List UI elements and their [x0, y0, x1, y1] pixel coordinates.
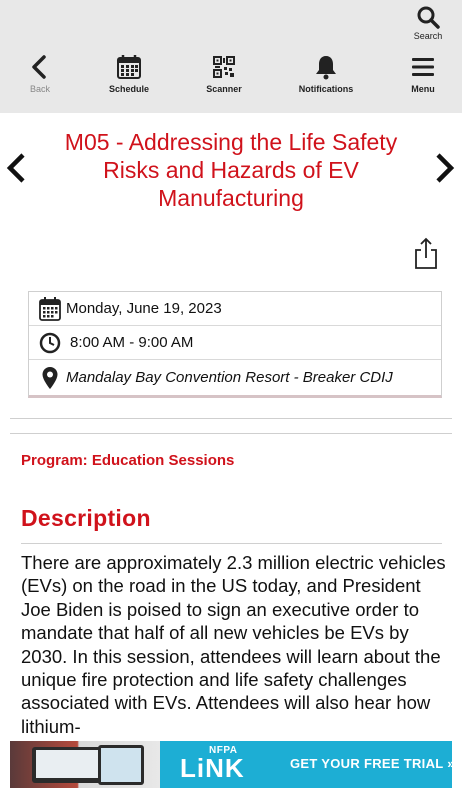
session-title: M05 - Addressing the Life Safety Risks a… [64, 129, 398, 211]
nav-bar: Back Schedule Scanner Notifications Menu [0, 54, 462, 98]
divider [21, 543, 442, 544]
menu-button[interactable]: Menu [383, 54, 462, 94]
map-pin-icon [42, 366, 58, 389]
search-icon [417, 6, 440, 29]
ad-banner[interactable]: NFPA LiNK GET YOUR FREE TRIAL » [10, 741, 452, 788]
notifications-button[interactable]: Notifications [286, 54, 366, 94]
menu-label: Menu [411, 84, 435, 94]
program-label[interactable]: Program: Education Sessions [21, 452, 234, 469]
ad-cta[interactable]: GET YOUR FREE TRIAL » [290, 756, 452, 771]
calendar-icon [39, 296, 61, 321]
divider [10, 418, 452, 419]
session-location[interactable]: Mandalay Bay Convention Resort - Breaker… [66, 369, 393, 386]
ad-brand-logo: LiNK [180, 753, 245, 783]
location-row: Mandalay Bay Convention Resort - Breaker… [29, 360, 441, 395]
session-title-area: M05 - Addressing the Life Safety Risks a… [0, 128, 462, 218]
share-button[interactable] [413, 236, 439, 275]
description-text: There are approximately 2.3 million elec… [21, 552, 446, 736]
schedule-button[interactable]: Schedule [89, 54, 169, 94]
back-label: Back [29, 84, 50, 94]
hamburger-menu-icon [412, 58, 434, 76]
chevron-right-icon [436, 153, 455, 183]
bell-icon [316, 56, 336, 80]
scanner-button[interactable]: Scanner [184, 54, 264, 94]
schedule-label: Schedule [108, 84, 149, 94]
session-date: Monday, June 19, 2023 [66, 300, 222, 317]
calendar-icon [117, 55, 141, 79]
back-button[interactable]: Back [0, 54, 80, 94]
session-details-box: Monday, June 19, 2023 8:00 AM - 9:00 AM … [28, 291, 442, 398]
session-time: 8:00 AM - 9:00 AM [70, 334, 194, 351]
chevron-left-icon [32, 55, 46, 79]
qr-code-icon [213, 56, 235, 78]
top-toolbar: Search Back Schedule Scanner Notificatio… [0, 0, 462, 113]
tablet-screen [101, 748, 141, 782]
scanner-label: Scanner [206, 84, 242, 94]
time-row: 8:00 AM - 9:00 AM [29, 326, 441, 360]
previous-session-button[interactable] [5, 152, 29, 189]
chevron-left-icon [6, 153, 25, 183]
next-session-button[interactable] [432, 152, 456, 189]
search-button[interactable]: Search [408, 5, 448, 45]
laptop-screen [36, 750, 98, 778]
search-label: Search [413, 31, 443, 41]
date-row: Monday, June 19, 2023 [29, 292, 441, 326]
share-icon [415, 237, 437, 269]
divider [10, 433, 452, 434]
description-heading: Description [21, 505, 151, 531]
clock-icon [39, 332, 61, 353]
notifications-label: Notifications [298, 84, 354, 94]
